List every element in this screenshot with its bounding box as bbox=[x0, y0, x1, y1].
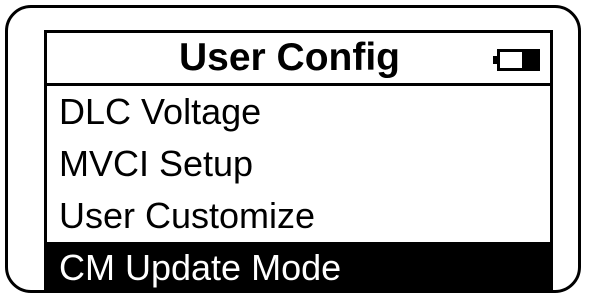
menu-list: DLC Voltage MVCI Setup User Customize CM… bbox=[47, 86, 550, 293]
menu-item-mvci-setup[interactable]: MVCI Setup bbox=[47, 138, 550, 190]
title-bar: User Config bbox=[47, 33, 550, 86]
menu-item-dlc-voltage[interactable]: DLC Voltage bbox=[47, 86, 550, 138]
lcd-screen: User Config DLC Voltage MVCI Setup User … bbox=[44, 30, 553, 293]
page-title: User Config bbox=[178, 36, 400, 79]
battery-icon bbox=[493, 49, 540, 71]
menu-item-cm-update-mode[interactable]: CM Update Mode bbox=[47, 242, 550, 293]
menu-item-user-customize[interactable]: User Customize bbox=[47, 190, 550, 242]
